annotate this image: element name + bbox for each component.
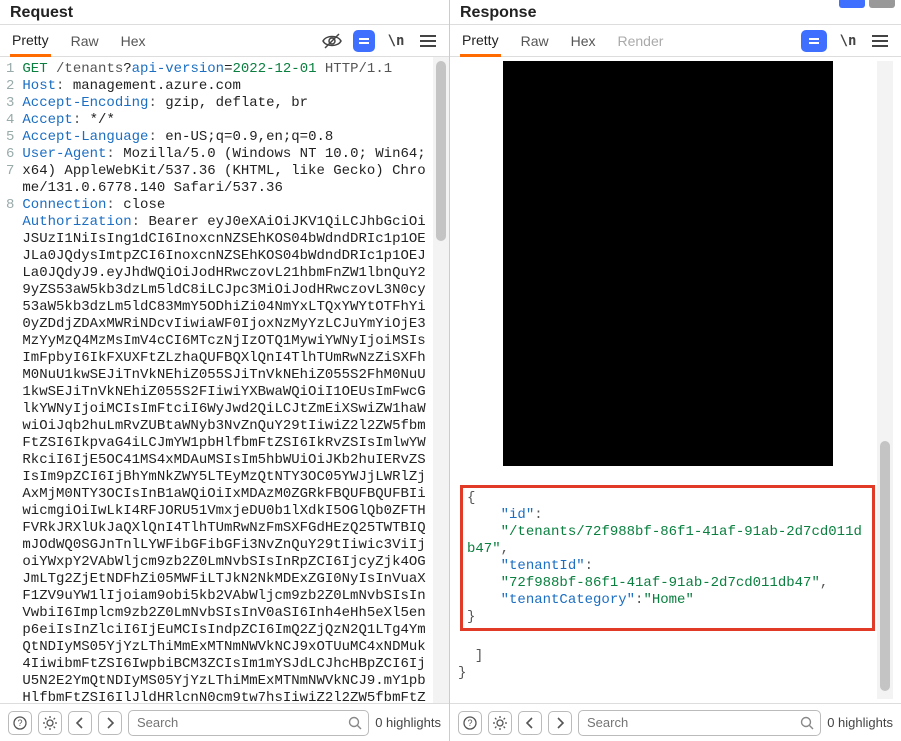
toggle-visibility-icon[interactable] <box>321 30 343 52</box>
line-no: 7 <box>6 163 14 197</box>
line-no: 3 <box>6 95 14 112</box>
hdr-al-v: en-US;q=0.9,en;q=0.8 <box>165 129 333 145</box>
request-code[interactable]: GET /tenants?api-version=2022-12-01 HTTP… <box>20 57 433 703</box>
hdr-ae-v: gzip, deflate, br <box>165 95 308 111</box>
json-val-id: "/tenants/72f988bf-86f1-41af-91ab-2d7cd0… <box>467 524 862 557</box>
tab-pretty[interactable]: Pretty <box>10 26 51 57</box>
toggle-eq-icon[interactable] <box>353 30 375 52</box>
http-path: /tenants <box>56 61 123 77</box>
redacted-block <box>503 61 833 466</box>
response-title: Response <box>460 4 891 22</box>
response-header: Response <box>450 0 901 25</box>
hdr-conn-v: close <box>123 197 165 213</box>
tab-raw[interactable]: Raw <box>69 27 101 55</box>
app-root: Request Pretty Raw Hex \n <box>0 0 901 741</box>
hdr-al-k: Accept-Language <box>22 129 148 145</box>
hdr-host-v: management.azure.com <box>73 78 241 94</box>
menu-icon[interactable] <box>417 30 439 52</box>
tab-hex[interactable]: Hex <box>569 27 598 55</box>
response-pane: Response Pretty Raw Hex Render \n <box>450 0 901 741</box>
newline-icon[interactable]: \n <box>837 30 859 52</box>
request-header: Request <box>0 0 449 25</box>
hdr-ae-k: Accept-Encoding <box>22 95 148 111</box>
line-no: 6 <box>6 146 14 163</box>
request-search[interactable] <box>128 710 369 736</box>
http-query-key: api-version <box>132 61 224 77</box>
request-highlight-count: 0 highlights <box>375 715 441 730</box>
mini-badge[interactable] <box>839 0 865 8</box>
hdr-host-k: Host <box>22 78 56 94</box>
request-pane: Request Pretty Raw Hex \n <box>0 0 450 741</box>
line-no: 5 <box>6 129 14 146</box>
request-scrollbar[interactable] <box>433 57 449 703</box>
help-icon[interactable]: ? <box>8 711 32 735</box>
http-query-val: 2022-12-01 <box>232 61 316 77</box>
line-no: 1 <box>6 61 14 78</box>
json-key-id: "id" <box>501 507 535 523</box>
tab-pretty[interactable]: Pretty <box>460 26 501 57</box>
response-scroll-thumb[interactable] <box>880 441 890 691</box>
next-icon[interactable] <box>98 711 122 735</box>
response-tab-icons: \n <box>801 30 891 52</box>
http-version: HTTP/1.1 <box>325 61 392 77</box>
hdr-ua-k: User-Agent <box>22 146 106 162</box>
svg-text:?: ? <box>467 718 472 728</box>
request-scroll-thumb[interactable] <box>436 61 446 241</box>
mini-badge[interactable] <box>869 0 895 8</box>
request-search-input[interactable] <box>135 714 348 731</box>
prev-icon[interactable] <box>68 711 92 735</box>
gear-icon[interactable] <box>38 711 62 735</box>
line-no: 8 <box>6 197 14 214</box>
json-key-tenantid: "tenantId" <box>501 558 585 574</box>
toggle-eq-icon[interactable] <box>801 30 827 52</box>
line-no: 2 <box>6 78 14 95</box>
hdr-conn-k: Connection <box>22 197 106 213</box>
brace: } <box>467 609 475 625</box>
request-bottombar: ? 0 highlights <box>0 703 449 741</box>
response-body[interactable]: { "id": "/tenants/72f988bf-86f1-41af-91a… <box>450 57 901 703</box>
response-scrollbar[interactable] <box>877 61 893 699</box>
tab-hex[interactable]: Hex <box>119 27 148 55</box>
brace: } <box>458 665 466 681</box>
svg-text:?: ? <box>17 718 22 728</box>
search-icon[interactable] <box>348 716 362 730</box>
gear-icon[interactable] <box>488 711 512 735</box>
tab-render[interactable]: Render <box>616 27 666 55</box>
line-no: 4 <box>6 112 14 129</box>
help-icon[interactable]: ? <box>458 711 482 735</box>
response-tabbar: Pretty Raw Hex Render \n <box>450 25 901 57</box>
request-editor[interactable]: 1 2 3 4 5 6 7 8 GET /tenants?api-version… <box>0 57 449 703</box>
response-search-input[interactable] <box>585 714 800 731</box>
http-method: GET <box>22 61 47 77</box>
json-val-tenantid: "72f988bf-86f1-41af-91ab-2d7cd011db47" <box>501 575 820 591</box>
request-gutter: 1 2 3 4 5 6 7 8 <box>0 57 20 703</box>
newline-icon[interactable]: \n <box>385 30 407 52</box>
menu-icon[interactable] <box>869 30 891 52</box>
search-icon[interactable] <box>800 716 814 730</box>
bracket: ] <box>475 648 483 664</box>
response-bottombar: ? 0 highlights <box>450 703 901 741</box>
hdr-auth-v: Bearer eyJ0eXAiOiJKV1QiLCJhbGciOiJSUzI1N… <box>22 214 425 703</box>
json-val-category: "Home" <box>643 592 693 608</box>
response-content: { "id": "/tenants/72f988bf-86f1-41af-91a… <box>458 61 877 699</box>
json-key-category: "tenantCategory" <box>501 592 635 608</box>
request-tab-icons: \n <box>321 30 439 52</box>
request-tabbar: Pretty Raw Hex \n <box>0 25 449 57</box>
hdr-auth-k: Authorization <box>22 214 131 230</box>
prev-icon[interactable] <box>518 711 542 735</box>
highlighted-json-object: { "id": "/tenants/72f988bf-86f1-41af-91a… <box>460 485 875 631</box>
hdr-acc-v: */* <box>90 112 115 128</box>
response-search[interactable] <box>578 710 821 736</box>
response-header-badges <box>839 0 895 8</box>
response-highlight-count: 0 highlights <box>827 715 893 730</box>
tab-raw[interactable]: Raw <box>519 27 551 55</box>
brace: { <box>467 490 475 506</box>
request-title: Request <box>10 4 439 22</box>
response-json: { "id": "/tenants/72f988bf-86f1-41af-91a… <box>458 468 877 699</box>
hdr-acc-k: Accept <box>22 112 72 128</box>
next-icon[interactable] <box>548 711 572 735</box>
